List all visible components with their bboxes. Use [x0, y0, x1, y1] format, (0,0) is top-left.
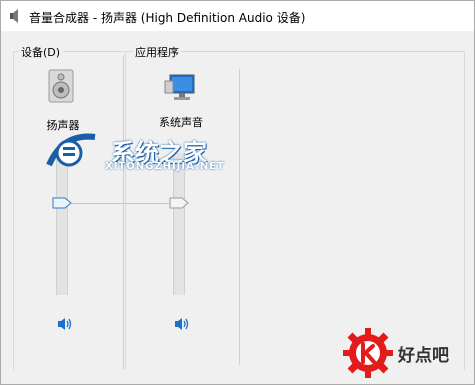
- device-volume-thumb[interactable]: [52, 197, 72, 209]
- system-sounds-icon[interactable]: [164, 71, 198, 106]
- apps-group-label: 应用程序: [133, 44, 181, 60]
- haodianba-logo-icon: [342, 327, 394, 382]
- devices-group-label: 设备(D): [19, 44, 63, 60]
- column-separator: [123, 55, 124, 369]
- device-mute-button[interactable]: [57, 317, 73, 331]
- app-volume-thumb[interactable]: [169, 197, 189, 209]
- volume-mixer-window: 音量合成器 - 扬声器 (High Definition Audio 设备) 设…: [0, 0, 475, 385]
- column-separator: [239, 69, 240, 365]
- speaker-title-icon: [9, 8, 21, 24]
- watermark-url: XITONGZHIJIA.NET: [105, 161, 225, 172]
- xitongzhijia-logo-icon: [43, 129, 103, 176]
- volume-link-line: [71, 203, 169, 204]
- app-mute-button[interactable]: [174, 317, 190, 331]
- app-volume-track[interactable]: [173, 153, 185, 295]
- app-label: 系统声音: [159, 116, 203, 129]
- speaker-device-icon[interactable]: [45, 69, 77, 106]
- title-bar[interactable]: 音量合成器 - 扬声器 (High Definition Audio 设备): [1, 1, 474, 31]
- window-title: 音量合成器 - 扬声器 (High Definition Audio 设备): [29, 11, 306, 25]
- brand-text: 好点吧: [398, 346, 449, 366]
